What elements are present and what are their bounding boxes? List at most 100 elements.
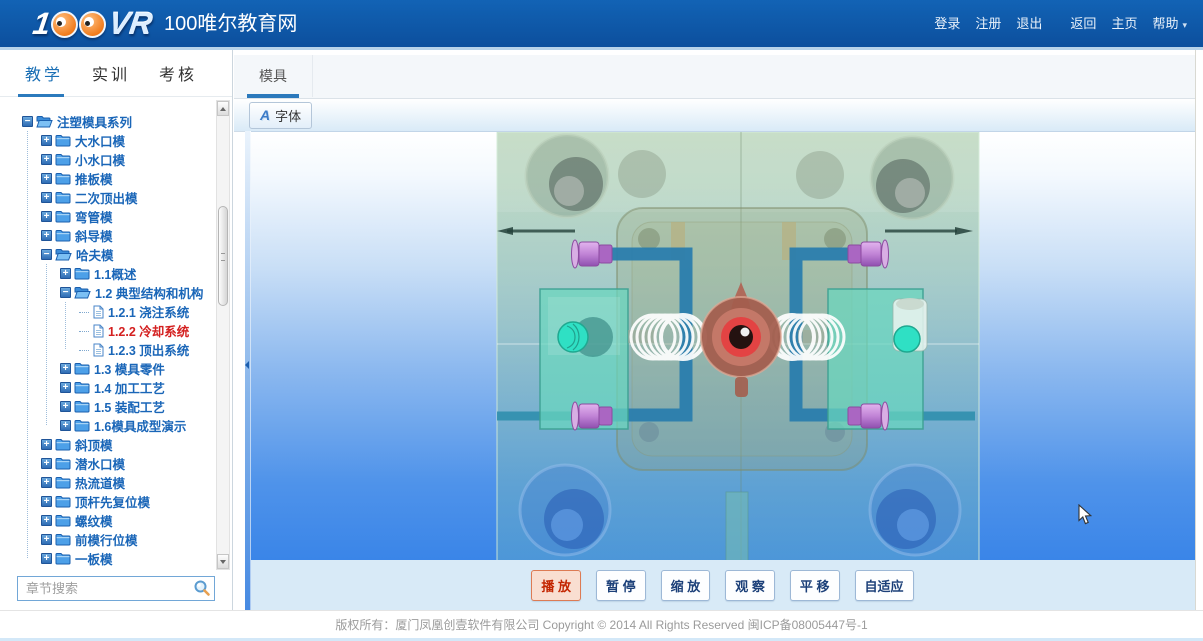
collapse-icon[interactable]: − [41,249,52,260]
sidebar-tab-3[interactable]: 考核 [159,57,197,96]
control-observe-button[interactable]: 观 察 [725,570,775,601]
page-footer: 版权所有：厦门凤凰创壹软件有限公司 Copyright © 2014 All R… [0,610,1203,639]
collapse-icon[interactable]: − [60,287,71,298]
sidebar-tab-1[interactable]: 教学 [25,57,63,96]
expand-icon[interactable]: + [41,192,52,203]
tree-item[interactable]: +1.6模具成型演示 [0,416,217,435]
tab-mold[interactable]: 模具 [234,55,313,97]
control-zoom-button[interactable]: 缩 放 [661,570,711,601]
tree-item-label[interactable]: 顶杆先复位模 [75,492,150,511]
expand-icon[interactable]: + [41,458,52,469]
expand-icon[interactable]: + [41,439,52,450]
tree-item[interactable]: + 二次顶出模 [0,188,217,207]
control-pause-button[interactable]: 暂 停 [596,570,646,601]
expand-icon[interactable]: + [41,515,52,526]
control-play-button[interactable]: 播 放 [531,570,581,601]
tree-item-label[interactable]: 热流道模 [75,473,125,492]
expand-icon[interactable]: + [41,477,52,488]
folder-icon [55,229,71,242]
tree-item-label[interactable]: 1.2 典型结构和机构 [95,283,203,302]
panel-collapse-handle[interactable] [245,131,251,610]
expand-icon[interactable]: + [41,135,52,146]
tree-item-label[interactable]: 大水口模 [75,131,125,150]
expand-icon[interactable]: + [41,154,52,165]
tree-item[interactable]: − 注塑模具系列 [0,112,217,131]
tree-item-label[interactable]: 螺纹模 [75,511,113,530]
nav-link-4[interactable]: 返回 [1070,16,1096,31]
expand-icon[interactable]: + [41,553,52,564]
expand-icon[interactable]: + [60,268,71,279]
nav-link-2[interactable]: 注册 [975,16,1001,31]
nav-link-3[interactable]: 退出 [1016,16,1042,31]
expand-icon[interactable]: + [41,496,52,507]
3d-viewer-canvas[interactable] [245,131,1195,560]
expand-icon[interactable]: + [60,401,71,412]
expand-icon[interactable]: + [41,230,52,241]
tree-item-label[interactable]: 斜导模 [75,226,113,245]
tree-item[interactable]: 1.2.3 顶出系统 [0,340,217,359]
control-pan-button[interactable]: 平 移 [790,570,840,601]
expand-icon[interactable]: + [60,420,71,431]
tree-item[interactable]: + 斜导模 [0,226,217,245]
tree-item-label[interactable]: 1.2.3 顶出系统 [108,340,189,359]
tree-item-label[interactable]: 注塑模具系列 [57,112,132,131]
tree-item-label[interactable]: 弯管模 [75,207,113,226]
tree-item[interactable]: + 弯管模 [0,207,217,226]
tree-item[interactable]: + 前模行位模 [0,530,217,549]
search-icon[interactable] [193,579,211,602]
tree-item-label[interactable]: 一板模 [75,549,113,568]
tree-item[interactable]: + 大水口模 [0,131,217,150]
tree-item[interactable]: + 斜顶模 [0,435,217,454]
tree-item[interactable]: + 热流道模 [0,473,217,492]
site-title: 100唯尔教育网 [164,0,297,49]
mold-model[interactable] [245,132,1195,560]
viewer-toolbar: A 字体 [234,99,1195,132]
collapse-icon[interactable]: − [22,116,33,127]
tree-item[interactable]: − 哈夫模 [0,245,217,264]
site-logo[interactable]: 1 VR [33,5,152,43]
tree-item[interactable]: +1.4 加工工艺 [0,378,217,397]
expand-icon[interactable]: + [41,534,52,545]
expand-icon[interactable]: + [60,363,71,374]
tree-item[interactable]: + 一板模 [0,549,217,568]
tree-item-label[interactable]: 潜水口模 [75,454,125,473]
tree-item-label[interactable]: 推板模 [75,169,113,188]
tree-item-label[interactable]: 1.2.2 冷却系统 [108,321,189,340]
search-input[interactable] [17,576,215,601]
tree-item-label[interactable]: 小水口模 [75,150,125,169]
tree-scrollbar[interactable] [216,100,230,570]
tree-item[interactable]: 1.2.2 冷却系统 [0,321,217,340]
tree-item-label[interactable]: 二次顶出模 [75,188,138,207]
tree-item-label[interactable]: 1.6模具成型演示 [94,416,186,435]
tree-item-label[interactable]: 1.2.1 浇注系统 [108,302,189,321]
tree-item[interactable]: − 1.2 典型结构和机构 [0,283,217,302]
tree-item-label[interactable]: 1.4 加工工艺 [94,378,165,397]
tree-item[interactable]: + 推板模 [0,169,217,188]
tree-item-label[interactable]: 1.5 装配工艺 [94,397,165,416]
tree-item-label[interactable]: 1.1概述 [94,264,136,283]
scroll-up-icon[interactable] [217,101,229,116]
tree-item-label[interactable]: 哈夫模 [76,245,114,264]
nav-link-5[interactable]: 主页 [1111,16,1137,31]
nav-link-1[interactable]: 登录 [934,16,960,31]
nav-link-6[interactable]: 帮助 [1152,16,1178,31]
tree-item-label[interactable]: 斜顶模 [75,435,113,454]
tree-item[interactable]: +1.3 模具零件 [0,359,217,378]
expand-icon[interactable]: + [60,382,71,393]
scrollbar-thumb[interactable] [218,206,228,306]
tree-item-label[interactable]: 1.3 模具零件 [94,359,165,378]
control-fit-button[interactable]: 自适应 [855,570,914,601]
expand-icon[interactable]: + [41,173,52,184]
scroll-down-icon[interactable] [217,554,229,569]
tree-item[interactable]: +1.5 装配工艺 [0,397,217,416]
tree-item[interactable]: + 小水口模 [0,150,217,169]
expand-icon[interactable]: + [41,211,52,222]
tree-item[interactable]: + 顶杆先复位模 [0,492,217,511]
tree-item[interactable]: +1.1概述 [0,264,217,283]
tree-item[interactable]: + 螺纹模 [0,511,217,530]
sidebar-tab-2[interactable]: 实训 [92,57,130,96]
font-button[interactable]: A 字体 [249,102,312,129]
tree-item[interactable]: 1.2.1 浇注系统 [0,302,217,321]
tree-item[interactable]: + 潜水口模 [0,454,217,473]
tree-item-label[interactable]: 前模行位模 [75,530,138,549]
